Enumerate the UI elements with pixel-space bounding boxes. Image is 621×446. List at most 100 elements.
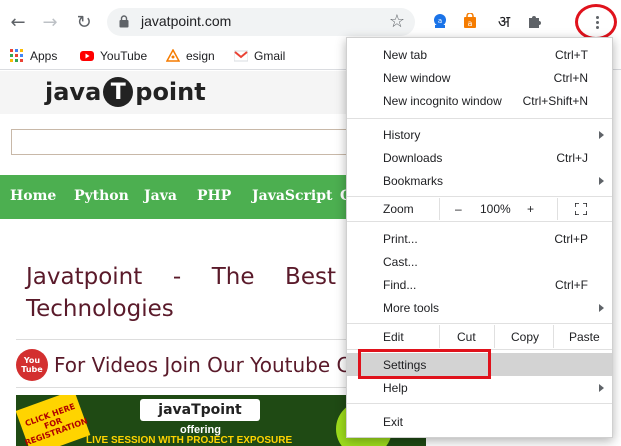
- menu-separator: [347, 196, 612, 197]
- youtube-badge-bottom: Tube: [21, 365, 43, 374]
- nav-php[interactable]: PHP: [197, 188, 231, 204]
- submenu-arrow-icon: [599, 383, 604, 392]
- svg-text:a: a: [468, 19, 473, 28]
- menu-separator: [347, 403, 612, 404]
- divider: [16, 387, 346, 388]
- menu-item-downloads[interactable]: Downloads Ctrl+J: [347, 146, 612, 169]
- submenu-arrow-icon: [599, 303, 604, 312]
- menu-item-new-window[interactable]: New window Ctrl+N: [347, 66, 612, 89]
- apps-grid-icon: [10, 49, 23, 62]
- registration-burst[interactable]: CLICK HERE FOR REGISTRATION: [16, 395, 91, 446]
- menu-item-find[interactable]: Find... Ctrl+F: [347, 273, 612, 296]
- site-nav: Home Python Java PHP JavaScript C: [0, 175, 351, 219]
- menu-item-cast[interactable]: Cast...: [347, 250, 612, 273]
- submenu-arrow-icon: [599, 176, 604, 185]
- menu-separator: [553, 325, 554, 348]
- menu-item-print[interactable]: Print... Ctrl+P: [347, 227, 612, 250]
- youtube-promo[interactable]: You Tube For Videos Join Our Youtube C: [16, 349, 350, 381]
- menu-item-shortcut: Ctrl+F: [555, 277, 588, 292]
- menu-separator: [557, 198, 558, 220]
- menu-item-label: Print...: [383, 231, 418, 246]
- menu-item-shortcut: Ctrl+N: [553, 70, 588, 85]
- site-logo[interactable]: java T point: [45, 77, 206, 107]
- zoom-label: Zoom: [383, 202, 414, 216]
- puzzle-icon[interactable]: [524, 11, 544, 31]
- menu-item-exit[interactable]: Exit: [347, 410, 612, 433]
- menu-zoom-row: Zoom – 100% +: [347, 198, 612, 220]
- copy-button[interactable]: Copy: [511, 330, 539, 344]
- nav-home[interactable]: Home: [10, 188, 56, 204]
- menu-separator: [347, 118, 612, 119]
- bookmark-esign[interactable]: esign: [166, 47, 215, 65]
- page-headline: Javatpoint - The Best Technologies: [26, 261, 346, 325]
- nav-javascript[interactable]: JavaScript: [252, 188, 333, 204]
- hindi-input-extension-icon[interactable]: अ: [494, 11, 514, 31]
- banner-live-text: LIVE SESSION WITH PROJECT EXPOSURE: [86, 435, 293, 446]
- menu-item-help[interactable]: Help: [347, 376, 612, 399]
- logo-java-text: java: [45, 78, 102, 106]
- address-bar[interactable]: javatpoint.com ☆: [107, 8, 415, 36]
- menu-item-label: Bookmarks: [383, 173, 444, 188]
- forward-arrow-icon[interactable]: →: [38, 10, 62, 34]
- menu-item-label: New incognito window: [383, 93, 502, 108]
- menu-item-label: Exit: [383, 414, 404, 429]
- logo-point-text: point: [135, 78, 206, 106]
- fullscreen-icon[interactable]: [575, 203, 587, 215]
- settings-highlight-box: [358, 349, 491, 379]
- zoom-out-button[interactable]: –: [455, 202, 462, 216]
- headline-word: -: [172, 264, 182, 290]
- url-text[interactable]: javatpoint.com: [141, 13, 231, 29]
- shopping-bag-extension-icon[interactable]: a: [460, 11, 480, 31]
- menu-separator: [494, 325, 495, 348]
- zoom-in-button[interactable]: +: [527, 202, 534, 216]
- headline-word: The: [211, 264, 255, 290]
- bookmark-youtube[interactable]: YouTube: [80, 47, 147, 65]
- menu-item-label: Downloads: [383, 150, 443, 165]
- menu-item-label: New tab: [383, 47, 428, 62]
- esign-icon: [166, 49, 180, 62]
- extension-icon[interactable]: a: [430, 11, 450, 31]
- gmail-icon: [234, 50, 248, 62]
- menu-item-more-tools[interactable]: More tools: [347, 296, 612, 319]
- browser-toolbar: ← → ↻ javatpoint.com ☆ a a अ: [0, 0, 621, 42]
- bookmark-gmail[interactable]: Gmail: [234, 47, 285, 65]
- site-search-input[interactable]: [11, 129, 351, 155]
- menu-item-bookmarks[interactable]: Bookmarks: [347, 169, 612, 192]
- menu-button-highlight-circle: [575, 4, 617, 40]
- paste-button[interactable]: Paste: [569, 330, 600, 344]
- menu-item-label: More tools: [383, 300, 440, 315]
- menu-item-label: History: [383, 127, 421, 142]
- menu-item-label: Find...: [383, 277, 417, 292]
- site-header: java T point: [0, 71, 350, 114]
- menu-item-label: New window: [383, 70, 451, 85]
- nav-python[interactable]: Python: [74, 188, 129, 204]
- headline-word: Javatpoint: [26, 264, 143, 290]
- bookmark-label: Gmail: [254, 49, 286, 63]
- divider: [16, 339, 346, 340]
- menu-separator: [347, 221, 612, 222]
- menu-item-history[interactable]: History: [347, 123, 612, 146]
- menu-item-new-tab[interactable]: New tab Ctrl+T: [347, 43, 612, 66]
- youtube-badge-icon: You Tube: [16, 349, 48, 381]
- menu-separator: [439, 198, 440, 220]
- logo-t-circle: T: [103, 77, 134, 107]
- headline-line2: Technologies: [26, 296, 174, 322]
- menu-item-shortcut: Ctrl+T: [555, 47, 588, 62]
- bookmark-label: Apps: [30, 49, 58, 63]
- bookmark-apps[interactable]: Apps: [10, 47, 57, 65]
- nav-java[interactable]: Java: [144, 188, 177, 204]
- bookmark-star-icon[interactable]: ☆: [389, 11, 405, 32]
- back-arrow-icon[interactable]: ←: [6, 10, 30, 34]
- menu-separator: [439, 325, 440, 348]
- menu-item-new-incognito[interactable]: New incognito window Ctrl+Shift+N: [347, 89, 612, 112]
- menu-edit-row: Edit Cut Copy Paste: [347, 325, 612, 348]
- menu-item-label: Help: [383, 380, 408, 395]
- svg-text:a: a: [438, 17, 442, 25]
- menu-separator: [347, 323, 612, 324]
- cut-button[interactable]: Cut: [457, 330, 476, 344]
- menu-item-shortcut: Ctrl+J: [556, 150, 588, 165]
- zoom-level-value: 100%: [480, 202, 511, 216]
- lock-icon[interactable]: [119, 15, 129, 28]
- reload-icon[interactable]: ↻: [72, 10, 96, 34]
- menu-item-shortcut: Ctrl+Shift+N: [522, 93, 588, 108]
